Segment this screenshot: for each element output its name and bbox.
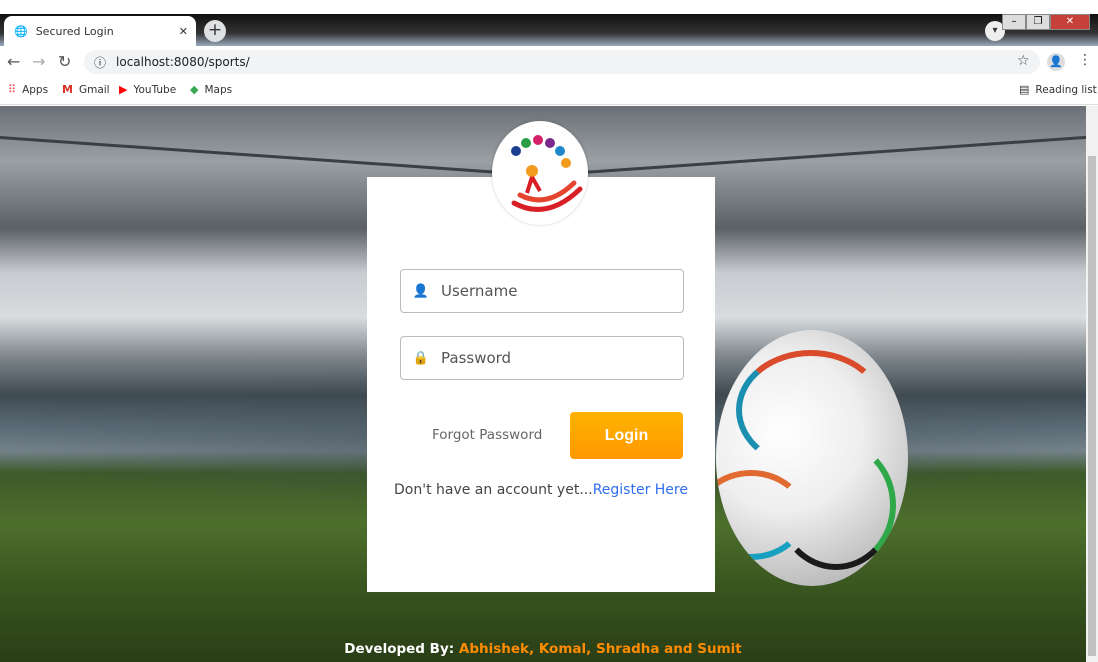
- maps-icon: ◆: [190, 83, 199, 96]
- forward-icon[interactable]: →: [32, 52, 45, 71]
- username-input[interactable]: 👤 Username: [400, 269, 684, 313]
- address-bar[interactable]: ⓘ localhost:8080/sports/: [84, 50, 1040, 74]
- bookmark-youtube[interactable]: ▶ YouTube: [119, 83, 176, 96]
- reading-list-icon: ▤: [1019, 83, 1030, 96]
- reading-list-button[interactable]: ▤ Reading list: [1019, 83, 1097, 96]
- register-prompt: Don't have an account yet...Register Her…: [394, 482, 688, 498]
- bookmark-apps[interactable]: ⠿ Apps: [8, 83, 48, 96]
- bookmark-gmail[interactable]: M Gmail: [62, 83, 110, 96]
- tab-secured-login[interactable]: 🌐 Secured Login ✕: [4, 16, 196, 46]
- profile-icon[interactable]: 👤: [1047, 53, 1065, 71]
- register-link[interactable]: Register Here: [593, 482, 688, 498]
- youtube-icon: ▶: [119, 83, 128, 96]
- tab-close-icon[interactable]: ✕: [179, 25, 188, 38]
- reload-icon[interactable]: ↻: [58, 52, 71, 71]
- menu-icon[interactable]: ⋮: [1078, 52, 1092, 68]
- soccer-ball-image: [716, 330, 908, 586]
- star-icon[interactable]: ☆: [1017, 53, 1030, 69]
- new-tab-button[interactable]: +: [204, 20, 226, 42]
- forgot-password-link[interactable]: Forgot Password: [432, 427, 542, 443]
- restore-icon[interactable]: ❐: [1026, 14, 1050, 30]
- info-icon: ⓘ: [94, 55, 107, 70]
- bookmark-maps[interactable]: ◆ Maps: [190, 83, 232, 96]
- back-icon[interactable]: ←: [7, 52, 20, 71]
- lock-icon: 🔒: [412, 350, 430, 366]
- password-input[interactable]: 🔒 Password: [400, 336, 684, 380]
- url-text: localhost:8080/sports/: [116, 55, 250, 69]
- sports-logo: [492, 121, 588, 225]
- login-button[interactable]: Login: [570, 412, 683, 459]
- minimize-icon[interactable]: –: [1002, 14, 1026, 30]
- tab-title: Secured Login: [35, 24, 114, 38]
- user-icon: 👤: [412, 283, 430, 299]
- footer-credits: Developed By: Abhishek, Komal, Shradha a…: [344, 641, 742, 657]
- scrollbar-thumb[interactable]: [1088, 156, 1096, 656]
- window-controls: – ❐ ✕: [1002, 14, 1090, 30]
- globe-icon: 🌐: [14, 24, 28, 38]
- apps-grid-icon: ⠿: [8, 83, 17, 96]
- close-window-icon[interactable]: ✕: [1050, 14, 1090, 30]
- login-card: [367, 177, 715, 592]
- gmail-icon: M: [62, 83, 73, 96]
